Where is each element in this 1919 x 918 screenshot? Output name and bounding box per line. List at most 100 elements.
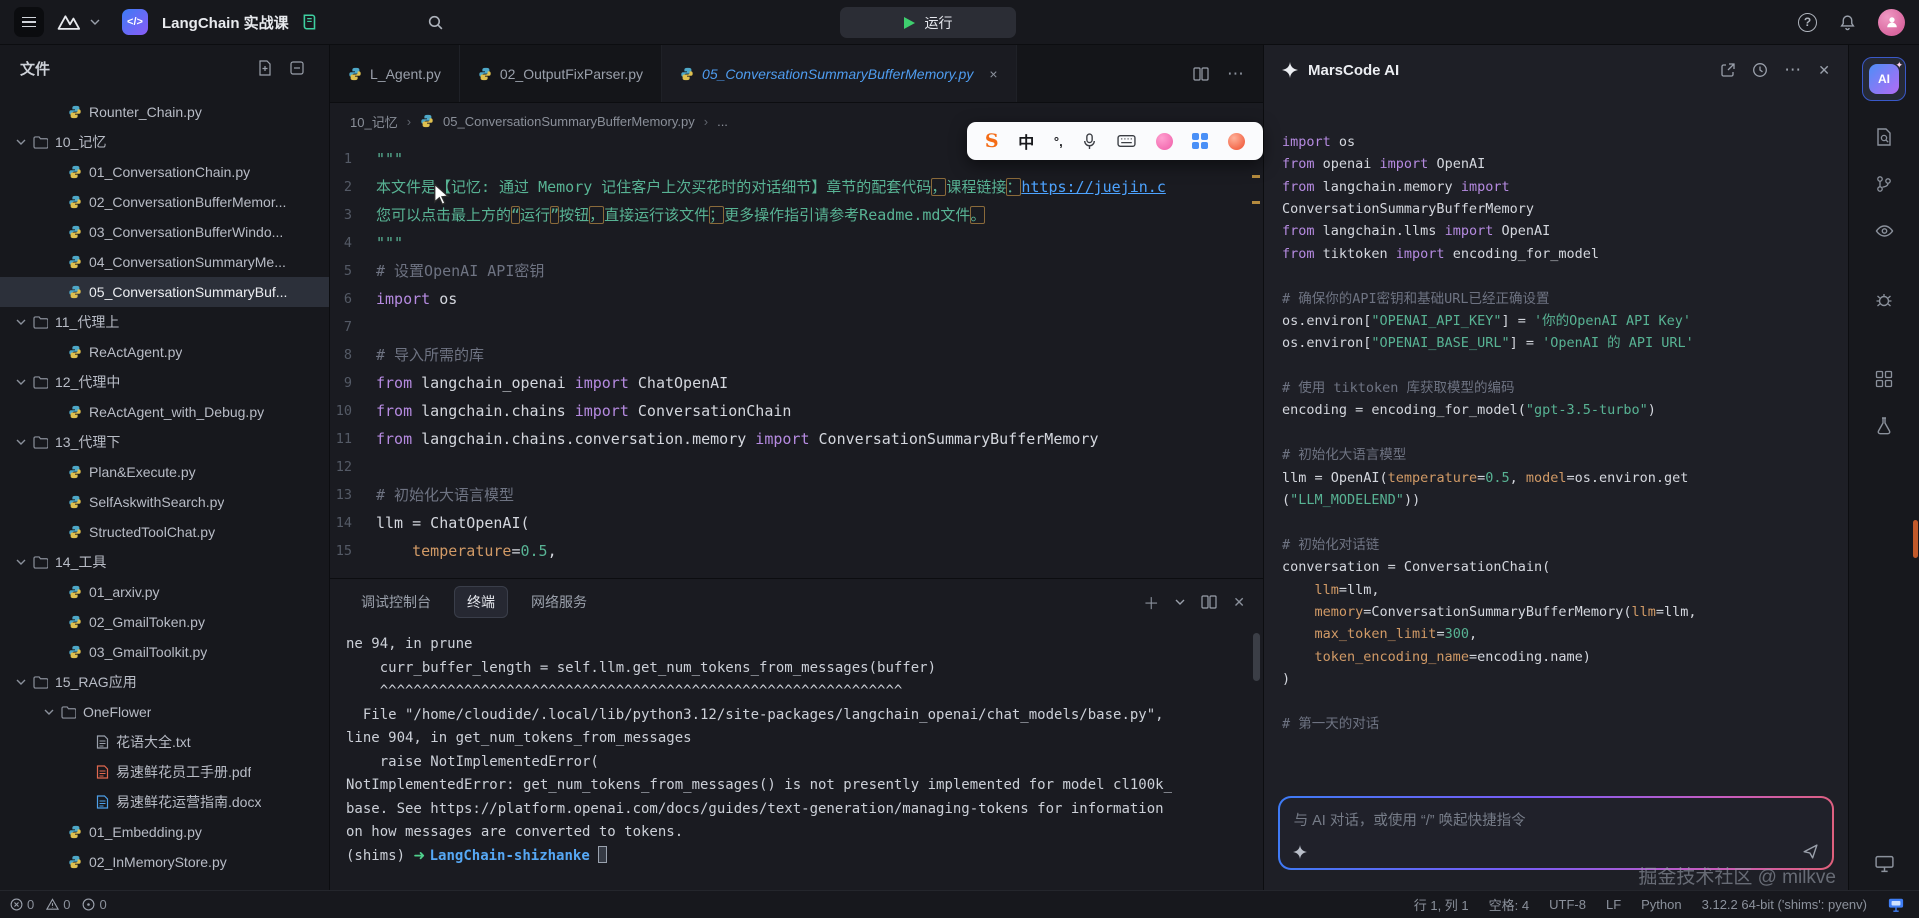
tree-folder[interactable]: 11_代理上: [0, 307, 329, 337]
collapse-all-icon[interactable]: [289, 60, 305, 76]
tree-folder[interactable]: 13_代理下: [0, 427, 329, 457]
send-icon[interactable]: [1802, 843, 1819, 860]
split-panel-icon[interactable]: [1201, 595, 1217, 609]
breadcrumb-item[interactable]: 10_记忆: [350, 112, 398, 131]
ime-hot-icon[interactable]: [1228, 133, 1245, 150]
tree-folder[interactable]: 15_RAG应用: [0, 667, 329, 697]
tree-file[interactable]: ReActAgent.py: [0, 337, 329, 367]
more-actions-icon[interactable]: ⋯: [1227, 64, 1245, 84]
tree-file[interactable]: 03_GmailToolkit.py: [0, 637, 329, 667]
code-line: base. See https://platform.openai.com/do…: [346, 798, 1263, 822]
problems-warning[interactable]: 0: [46, 897, 70, 912]
problems-info[interactable]: 0: [82, 897, 106, 912]
tree-file[interactable]: ReActAgent_with_Debug.py: [0, 397, 329, 427]
doc-search-icon[interactable]: [1874, 127, 1894, 147]
search-icon[interactable]: [427, 14, 444, 31]
status-item[interactable]: 空格: 4: [1489, 895, 1529, 914]
microphone-icon[interactable]: [1082, 133, 1097, 150]
panel-scroll-marker[interactable]: [1913, 520, 1918, 558]
tree-file[interactable]: 花语大全.txt: [0, 727, 329, 757]
bell-icon[interactable]: [1839, 14, 1856, 31]
tree-file[interactable]: 02_ConversationBufferMemor...: [0, 187, 329, 217]
chevron-down-icon[interactable]: [1175, 599, 1185, 605]
menu-button[interactable]: [14, 7, 44, 37]
remote-monitor-icon[interactable]: [1874, 854, 1895, 874]
tree-file[interactable]: 05_ConversationSummaryBuf...: [0, 277, 329, 307]
test-flask-icon[interactable]: [1874, 416, 1894, 436]
history-icon[interactable]: [1752, 62, 1768, 78]
tree-item-label: 03_ConversationBufferWindo...: [89, 224, 283, 240]
status-item[interactable]: 3.12.2 64-bit ('shims': pyenv): [1702, 897, 1867, 912]
extensions-grid-icon[interactable]: [1874, 369, 1894, 389]
line-number: 14: [330, 509, 376, 537]
tree-file[interactable]: 02_InMemoryStore.py: [0, 847, 329, 877]
tab-label: L_Agent.py: [370, 66, 441, 82]
close-tab-icon[interactable]: ×: [989, 66, 997, 82]
workspace-logo[interactable]: [56, 14, 100, 30]
avatar[interactable]: [1878, 9, 1905, 36]
keyboard-icon[interactable]: [1117, 134, 1136, 148]
tree-file[interactable]: 01_Embedding.py: [0, 817, 329, 847]
tree-file[interactable]: 04_ConversationSummaryMe...: [0, 247, 329, 277]
tree-file[interactable]: 01_arxiv.py: [0, 577, 329, 607]
tree-file[interactable]: 01_ConversationChain.py: [0, 157, 329, 187]
status-item[interactable]: Python: [1641, 897, 1681, 912]
breadcrumb-item[interactable]: ...: [717, 114, 728, 129]
code-line: 12: [330, 453, 1263, 481]
problems-error[interactable]: 0: [10, 897, 34, 912]
tree-folder[interactable]: 10_记忆: [0, 127, 329, 157]
debug-bug-icon[interactable]: [1874, 290, 1894, 310]
tree-folder[interactable]: 12_代理中: [0, 367, 329, 397]
tree-file[interactable]: Rounter_Chain.py: [0, 97, 329, 127]
ai-chat-input[interactable]: 与 AI 对话，或使用 “/” 唤起快捷指令: [1280, 798, 1833, 869]
source-control-icon[interactable]: [1874, 174, 1894, 194]
terminal[interactable]: ne 94, in prune curr_buffer_length = sel…: [330, 625, 1263, 890]
ime-emoji-icon[interactable]: [1156, 133, 1173, 150]
tree-folder[interactable]: 14_工具: [0, 547, 329, 577]
chev-icon: [16, 319, 26, 325]
py-icon: [348, 67, 362, 81]
new-terminal-icon[interactable]: ＋: [1143, 590, 1159, 614]
panel-tab[interactable]: 调试控制台: [348, 586, 444, 618]
code-editor[interactable]: 1"""2本文件是【记忆: 通过 Memory 记住客户上次买花时的对话细节】章…: [330, 139, 1263, 578]
preview-eye-icon[interactable]: [1874, 221, 1895, 241]
tree-file[interactable]: 易速鲜花运营指南.docx: [0, 787, 329, 817]
split-editor-icon[interactable]: [1193, 67, 1209, 81]
editor-tab[interactable]: L_Agent.py: [330, 45, 460, 102]
tree-file[interactable]: SelfAskwithSearch.py: [0, 487, 329, 517]
more-options-icon[interactable]: ⋯: [1784, 60, 1802, 80]
editor-tab[interactable]: 02_OutputFixParser.py: [460, 45, 662, 102]
run-button[interactable]: 运行: [840, 7, 1016, 38]
panel-tab[interactable]: 终端: [454, 586, 508, 618]
status-item[interactable]: LF: [1606, 897, 1621, 912]
new-file-icon[interactable]: [257, 60, 273, 76]
tree-file[interactable]: 02_GmailToken.py: [0, 607, 329, 637]
code-line: from openai import OpenAI: [1282, 153, 1830, 175]
ai-assistant-tab[interactable]: AI✦: [1862, 57, 1906, 101]
tree-file[interactable]: Plan&Execute.py: [0, 457, 329, 487]
terminal-scrollbar[interactable]: [1253, 633, 1260, 681]
help-icon[interactable]: ?: [1798, 13, 1817, 32]
editor-tab[interactable]: 05_ConversationSummaryBufferMemory.py×: [662, 45, 1016, 102]
code-link[interactable]: https://juejin.c: [1021, 178, 1166, 196]
ime-apps-grid-icon[interactable]: [1192, 133, 1208, 149]
panel-tab[interactable]: 网络服务: [518, 586, 600, 618]
ime-mode-toggle[interactable]: 中: [1018, 129, 1034, 153]
tree-file[interactable]: StructedToolChat.py: [0, 517, 329, 547]
ime-logo-icon[interactable]: S: [985, 130, 999, 152]
close-ai-panel-icon[interactable]: ✕: [1818, 62, 1830, 79]
py-icon: [68, 465, 82, 479]
breadcrumb-item[interactable]: 05_ConversationSummaryBufferMemory.py: [443, 114, 695, 129]
ime-punctuation-icon[interactable]: °,: [1054, 134, 1063, 149]
problem-count: 0: [27, 897, 34, 912]
status-item[interactable]: UTF-8: [1549, 897, 1586, 912]
close-panel-icon[interactable]: ✕: [1233, 594, 1245, 611]
code-line: ): [1282, 668, 1830, 690]
tree-file[interactable]: 易速鲜花员工手册.pdf: [0, 757, 329, 787]
problems-summary[interactable]: 000: [10, 897, 107, 912]
remote-indicator-icon[interactable]: [1887, 897, 1905, 913]
open-external-icon[interactable]: [1720, 62, 1736, 78]
status-item[interactable]: 行 1, 列 1: [1414, 895, 1469, 914]
tree-file[interactable]: 03_ConversationBufferWindo...: [0, 217, 329, 247]
tree-folder[interactable]: OneFlower: [0, 697, 329, 727]
